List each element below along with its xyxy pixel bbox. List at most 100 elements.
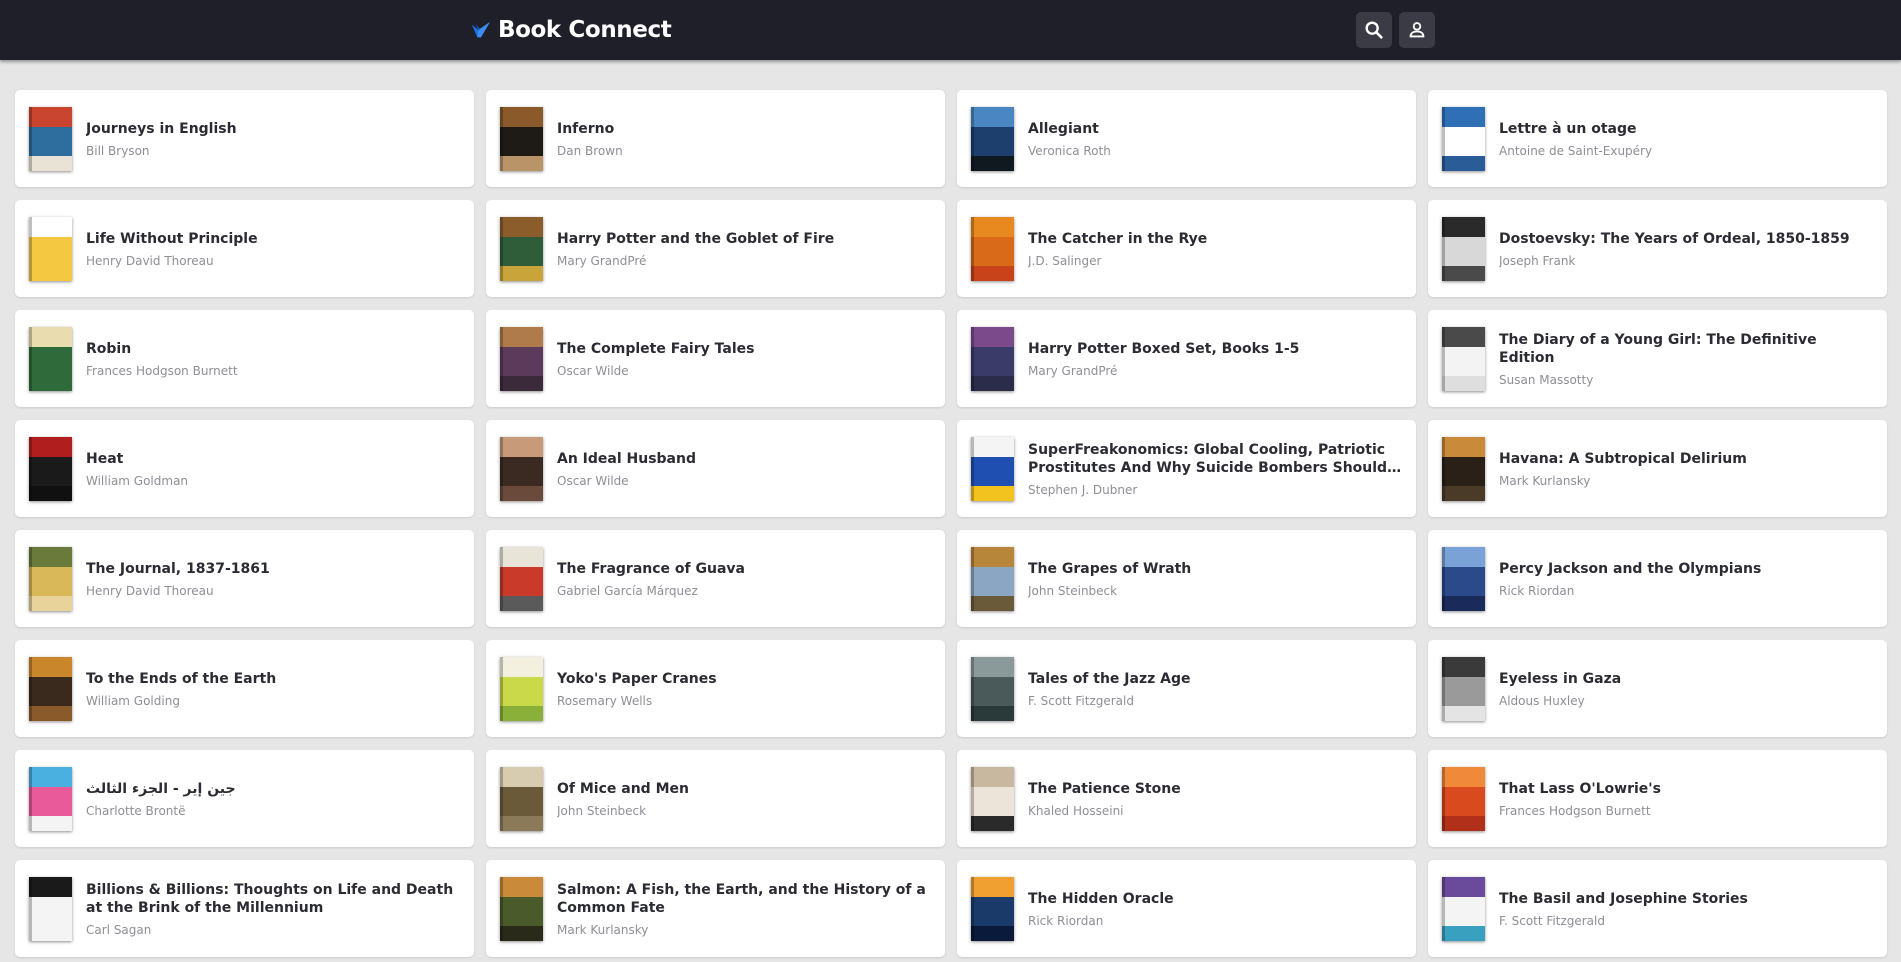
book-card[interactable]: The Basil and Josephine Stories F. Scott … — [1428, 860, 1887, 957]
book-card[interactable]: The Catcher in the Rye J.D. Salinger — [957, 200, 1416, 297]
book-title: The Basil and Josephine Stories — [1499, 890, 1748, 907]
book-cover-image — [29, 216, 72, 281]
brand[interactable]: Book Connect — [470, 12, 672, 48]
book-title: The Diary of a Young Girl: The Definitiv… — [1499, 331, 1817, 366]
book-list: Journeys in English Bill Bryson Inferno Dan… — [15, 90, 1887, 957]
book-author: Mark Kurlansky — [1499, 473, 1591, 488]
book-card[interactable]: The Hidden Oracle Rick Riordan — [957, 860, 1416, 957]
book-card[interactable]: Heat William Goldman — [15, 420, 474, 517]
book-info: Percy Jackson and the Olympians Rick Rior… — [1499, 560, 1761, 598]
book-card[interactable]: The Complete Fairy Tales Oscar Wilde — [486, 310, 945, 407]
book-title: Heat — [86, 450, 124, 467]
book-info: Billions & Billions: Thoughts on Life an… — [86, 881, 460, 937]
book-info: The Diary of a Young Girl: The Definitiv… — [1499, 331, 1873, 387]
book-cover-image — [1442, 326, 1485, 391]
book-cover-image — [1442, 876, 1485, 941]
book-author: Mark Kurlansky — [557, 922, 649, 937]
book-author: Bill Bryson — [86, 143, 150, 158]
book-cover-image — [1442, 546, 1485, 611]
book-author: Joseph Frank — [1499, 253, 1576, 268]
profile-button[interactable] — [1399, 12, 1435, 48]
book-cover-image — [500, 876, 543, 941]
book-card[interactable]: جين إير - الجزء الثالث Charlotte Brontë — [15, 750, 474, 847]
book-cover-image — [29, 546, 72, 611]
book-card[interactable]: Yoko's Paper Cranes Rosemary Wells — [486, 640, 945, 737]
book-info: Harry Potter Boxed Set, Books 1-5 Mary Gr… — [1028, 340, 1299, 378]
book-cover-image — [971, 766, 1014, 831]
book-card[interactable]: Life Without Principle Henry David Thorea… — [15, 200, 474, 297]
book-author: Oscar Wilde — [557, 363, 629, 378]
book-title: Eyeless in Gaza — [1499, 670, 1622, 687]
book-card[interactable]: SuperFreakonomics: Global Cooling, Patri… — [957, 420, 1416, 517]
book-info: Of Mice and Men John Steinbeck — [557, 780, 689, 818]
book-cover-image — [1442, 216, 1485, 281]
book-info: Robin Frances Hodgson Burnett — [86, 340, 238, 378]
book-author: Oscar Wilde — [557, 473, 629, 488]
book-author: Rosemary Wells — [557, 693, 653, 708]
book-cover-image — [1442, 106, 1485, 171]
book-title: Yoko's Paper Cranes — [557, 670, 717, 687]
book-title: The Patience Stone — [1028, 780, 1181, 797]
book-author: Stephen J. Dubner — [1028, 482, 1138, 497]
book-info: The Hidden Oracle Rick Riordan — [1028, 890, 1174, 928]
book-card[interactable]: Inferno Dan Brown — [486, 90, 945, 187]
book-card[interactable]: The Fragrance of Guava Gabriel García Már… — [486, 530, 945, 627]
book-cover-image — [971, 106, 1014, 171]
book-cover-image — [500, 326, 543, 391]
book-info: To the Ends of the Earth William Golding — [86, 670, 276, 708]
search-button[interactable] — [1356, 12, 1392, 48]
book-info: That Lass O'Lowrie's Frances Hodgson Burn… — [1499, 780, 1661, 818]
book-card[interactable]: Robin Frances Hodgson Burnett — [15, 310, 474, 407]
book-card[interactable]: Lettre à un otage Antoine de Saint-Exupér… — [1428, 90, 1887, 187]
book-cover-image — [29, 326, 72, 391]
book-title: The Journal, 1837-1861 — [86, 560, 270, 577]
book-card[interactable]: Of Mice and Men John Steinbeck — [486, 750, 945, 847]
book-card[interactable]: Journeys in English Bill Bryson — [15, 90, 474, 187]
book-info: Lettre à un otage Antoine de Saint-Exupér… — [1499, 120, 1652, 158]
book-info: The Fragrance of Guava Gabriel García Már… — [557, 560, 745, 598]
book-info: Harry Potter and the Goblet of Fire Mary … — [557, 230, 834, 268]
book-author: Carl Sagan — [86, 922, 152, 937]
book-author: Charlotte Brontë — [86, 803, 186, 818]
book-info: The Grapes of Wrath John Steinbeck — [1028, 560, 1191, 598]
book-card[interactable]: Dostoevsky: The Years of Ordeal, 1850-18… — [1428, 200, 1887, 297]
book-card[interactable]: An Ideal Husband Oscar Wilde — [486, 420, 945, 517]
book-author: Rick Riordan — [1028, 913, 1104, 928]
book-card[interactable]: Billions & Billions: Thoughts on Life an… — [15, 860, 474, 957]
book-author: Susan Massotty — [1499, 372, 1594, 387]
book-info: The Journal, 1837-1861 Henry David Thorea… — [86, 560, 270, 598]
book-author: John Steinbeck — [1028, 583, 1118, 598]
book-title: Inferno — [557, 120, 615, 137]
book-title: Lettre à un otage — [1499, 120, 1637, 137]
book-title: The Complete Fairy Tales — [557, 340, 755, 357]
book-card[interactable]: That Lass O'Lowrie's Frances Hodgson Burn… — [1428, 750, 1887, 847]
book-cover-image — [1442, 436, 1485, 501]
book-card[interactable]: Harry Potter Boxed Set, Books 1-5 Mary Gr… — [957, 310, 1416, 407]
book-cover-image — [500, 106, 543, 171]
book-title: That Lass O'Lowrie's — [1499, 780, 1661, 797]
book-title: Harry Potter and the Goblet of Fire — [557, 230, 835, 247]
book-author: F. Scott Fitzgerald — [1028, 693, 1134, 708]
book-card[interactable]: The Grapes of Wrath John Steinbeck — [957, 530, 1416, 627]
book-author: Henry David Thoreau — [86, 253, 214, 268]
book-card[interactable]: Percy Jackson and the Olympians Rick Rior… — [1428, 530, 1887, 627]
book-card[interactable]: The Journal, 1837-1861 Henry David Thorea… — [15, 530, 474, 627]
book-title: The Catcher in the Rye — [1028, 230, 1208, 247]
book-title: The Hidden Oracle — [1028, 890, 1174, 907]
book-card[interactable]: Harry Potter and the Goblet of Fire Mary … — [486, 200, 945, 297]
book-card[interactable]: Salmon: A Fish, the Earth, and the Histo… — [486, 860, 945, 957]
book-cover-image — [29, 766, 72, 831]
book-card[interactable]: The Diary of a Young Girl: The Definitiv… — [1428, 310, 1887, 407]
book-author: Veronica Roth — [1028, 143, 1111, 158]
book-author: Rick Riordan — [1499, 583, 1575, 598]
book-card[interactable]: Eyeless in Gaza Aldous Huxley — [1428, 640, 1887, 737]
app-title: Book Connect — [498, 17, 672, 43]
book-card[interactable]: Havana: A Subtropical Delirium Mark Kurla… — [1428, 420, 1887, 517]
book-card[interactable]: The Patience Stone Khaled Hosseini — [957, 750, 1416, 847]
book-card[interactable]: Tales of the Jazz Age F. Scott Fitzgerald — [957, 640, 1416, 737]
book-card[interactable]: Allegiant Veronica Roth — [957, 90, 1416, 187]
book-card[interactable]: To the Ends of the Earth William Golding — [15, 640, 474, 737]
book-title: Havana: A Subtropical Delirium — [1499, 450, 1747, 467]
book-info: The Catcher in the Rye J.D. Salinger — [1028, 230, 1207, 268]
book-info: The Patience Stone Khaled Hosseini — [1028, 780, 1181, 818]
